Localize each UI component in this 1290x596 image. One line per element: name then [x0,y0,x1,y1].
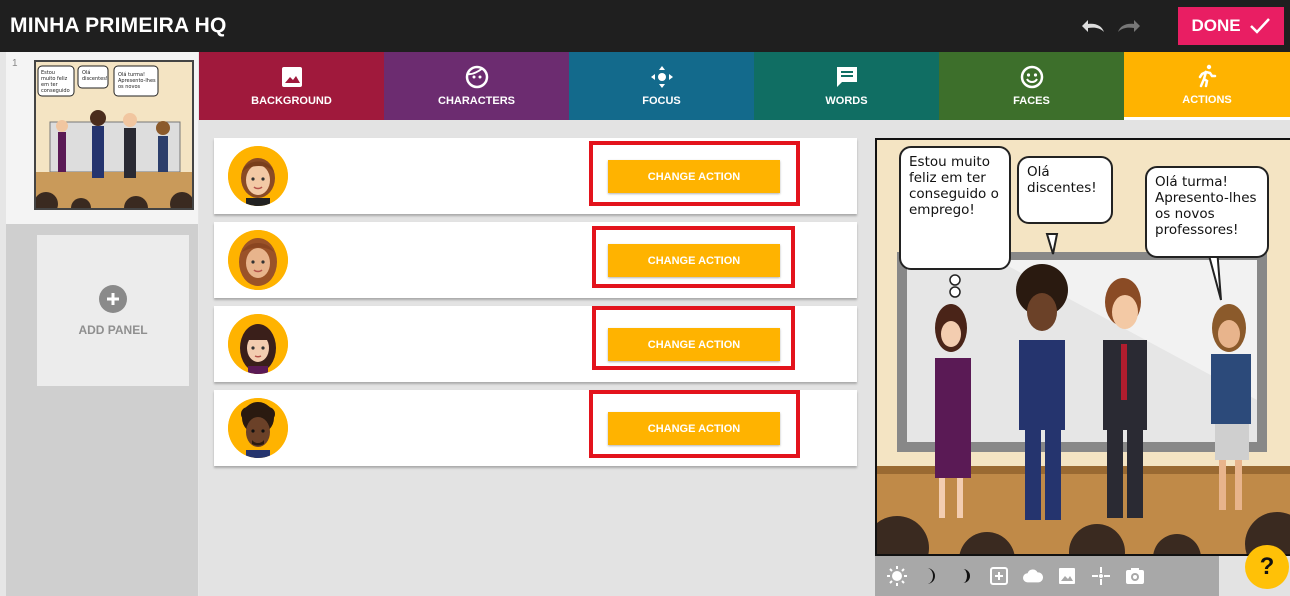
running-person-icon [1198,64,1217,87]
panel-number: 1 [12,58,18,69]
top-actions: DONE [1076,0,1290,52]
speech-bubble[interactable]: Olá discentes! [1017,156,1113,224]
character-row: CHANGE ACTION [214,138,857,214]
category-tabs: BACKGROUND CHARACTERS FOCUS WORDS FACES … [199,52,1290,120]
done-label: DONE [1191,16,1241,35]
actions-panel: CHANGE ACTION CHANGE ACTION CHANGE ACTIO… [199,120,1290,596]
brightness-icon[interactable] [887,566,907,586]
speech-bubble[interactable]: Estou muito feliz em ter conseguido o em… [899,146,1011,270]
tab-label: ACTIONS [1182,93,1232,106]
moon-icon[interactable] [921,566,941,586]
highlight-box [592,306,795,370]
svg-text:Olá turma!: Olá turma! [118,71,145,78]
undo-icon[interactable] [1076,14,1108,38]
face-outline-icon [465,65,488,89]
comic-title[interactable]: MINHA PRIMEIRA HQ [10,14,227,38]
character-row: CHANGE ACTION [214,306,857,382]
highlight-box [592,226,795,288]
smiley-icon [1020,65,1043,89]
tab-focus[interactable]: FOCUS [569,52,754,120]
character-row: CHANGE ACTION [214,222,857,298]
tab-actions[interactable]: ACTIONS [1124,52,1290,120]
character-avatar[interactable] [228,314,288,374]
character-avatar[interactable] [228,398,288,458]
tab-faces[interactable]: FACES [939,52,1124,120]
camera-icon[interactable] [1125,566,1145,586]
help-button[interactable]: ? [1245,545,1289,589]
tab-words[interactable]: WORDS [754,52,939,120]
top-bar: MINHA PRIMEIRA HQ DONE [0,0,1290,52]
move-arrows-icon [650,66,673,88]
add-frame-icon[interactable] [989,566,1009,586]
speech-bubble[interactable]: Olá turma! Apresento-lhes os novos profe… [1145,166,1269,258]
svg-text:conseguido: conseguido [41,88,70,94]
highlight-box [589,390,800,458]
tab-label: FOCUS [642,95,681,107]
redo-icon[interactable] [1114,14,1146,38]
add-panel-button[interactable]: ADD PANEL [37,235,189,386]
sparkle-icon[interactable] [1091,566,1111,586]
tab-label: WORDS [825,95,868,107]
preview-toolbar [875,556,1219,596]
tab-label: BACKGROUND [251,95,332,107]
panel-thumbnail-slot[interactable]: 1 Estou muito feliz em ter conseguido Olá di… [6,52,198,224]
tab-label: FACES [1013,95,1050,107]
svg-text:Olá: Olá [82,69,90,76]
speech-bubble-icon [836,67,857,87]
done-button[interactable]: DONE [1178,7,1284,45]
panel-preview[interactable]: Estou muito feliz em ter conseguido o em… [875,138,1290,556]
plus-circle-icon [99,284,127,313]
svg-text:discentes!: discentes! [82,76,108,82]
tab-background[interactable]: BACKGROUND [199,52,384,120]
image-icon[interactable] [1057,566,1077,586]
panel-thumbnail[interactable]: Estou muito feliz em ter conseguido Olá disc… [34,60,194,210]
cloud-icon[interactable] [1023,566,1043,586]
tab-characters[interactable]: CHARACTERS [384,52,569,120]
add-panel-label: ADD PANEL [78,322,148,337]
svg-text:os novos: os novos [118,84,140,90]
panel-sidebar: 1 Estou muito feliz em ter conseguido Olá di… [6,52,198,596]
character-avatar[interactable] [228,146,288,206]
half-moon-icon[interactable] [955,566,975,586]
character-avatar[interactable] [228,230,288,290]
image-icon [281,67,302,87]
highlight-box [589,141,800,206]
character-row: CHANGE ACTION [214,390,857,466]
check-icon [1249,18,1270,34]
tab-label: CHARACTERS [438,95,515,107]
